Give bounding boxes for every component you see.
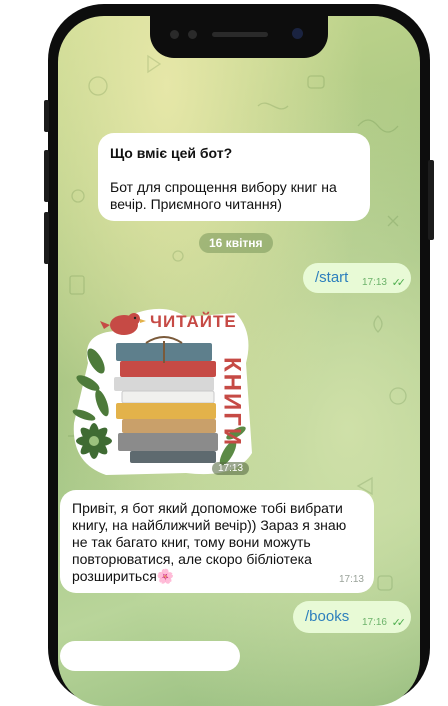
message-outgoing-start[interactable]: /start 17:13 ✓✓ (303, 263, 411, 293)
mute-switch (44, 100, 49, 132)
sticker-time: 17:13 (212, 462, 250, 475)
message-time: 17:13 (338, 574, 364, 585)
message-time: 17:16 (361, 617, 387, 628)
volume-down-button (44, 212, 49, 264)
message-text: Привіт, я бот який допоможе тобі вибрати… (72, 500, 347, 584)
sticker-word-books: КНИГИ (219, 357, 246, 447)
bot-info-title: Що вміє цей бот? (110, 145, 233, 161)
power-button (428, 160, 434, 240)
message-outgoing-books[interactable]: /books 17:16 ✓✓ (293, 601, 411, 633)
camera-notch (150, 16, 328, 58)
command-link-books[interactable]: /books (305, 608, 349, 625)
bot-info-body: Бот для спрощення вибору книг на вечір. … (110, 179, 337, 212)
message-incoming-welcome[interactable]: Привіт, я бот який допоможе тобі вибрати… (60, 490, 374, 593)
bot-info-card: Що вміє цей бот? Бот для спрощення вибор… (98, 133, 370, 221)
read-check-icon: ✓✓ (391, 617, 407, 629)
books-sticker[interactable]: ЧИТАЙТЕ КНИГИ (66, 303, 256, 479)
volume-up-button (44, 150, 49, 202)
command-link-start[interactable]: /start (315, 269, 348, 286)
date-badge: 16 квітня (199, 233, 273, 253)
message-time: 17:13 (361, 277, 387, 288)
sticker-word-read: ЧИТАЙТЕ (150, 312, 237, 331)
read-check-icon: ✓✓ (391, 277, 407, 289)
message-incoming-partial (60, 641, 240, 671)
